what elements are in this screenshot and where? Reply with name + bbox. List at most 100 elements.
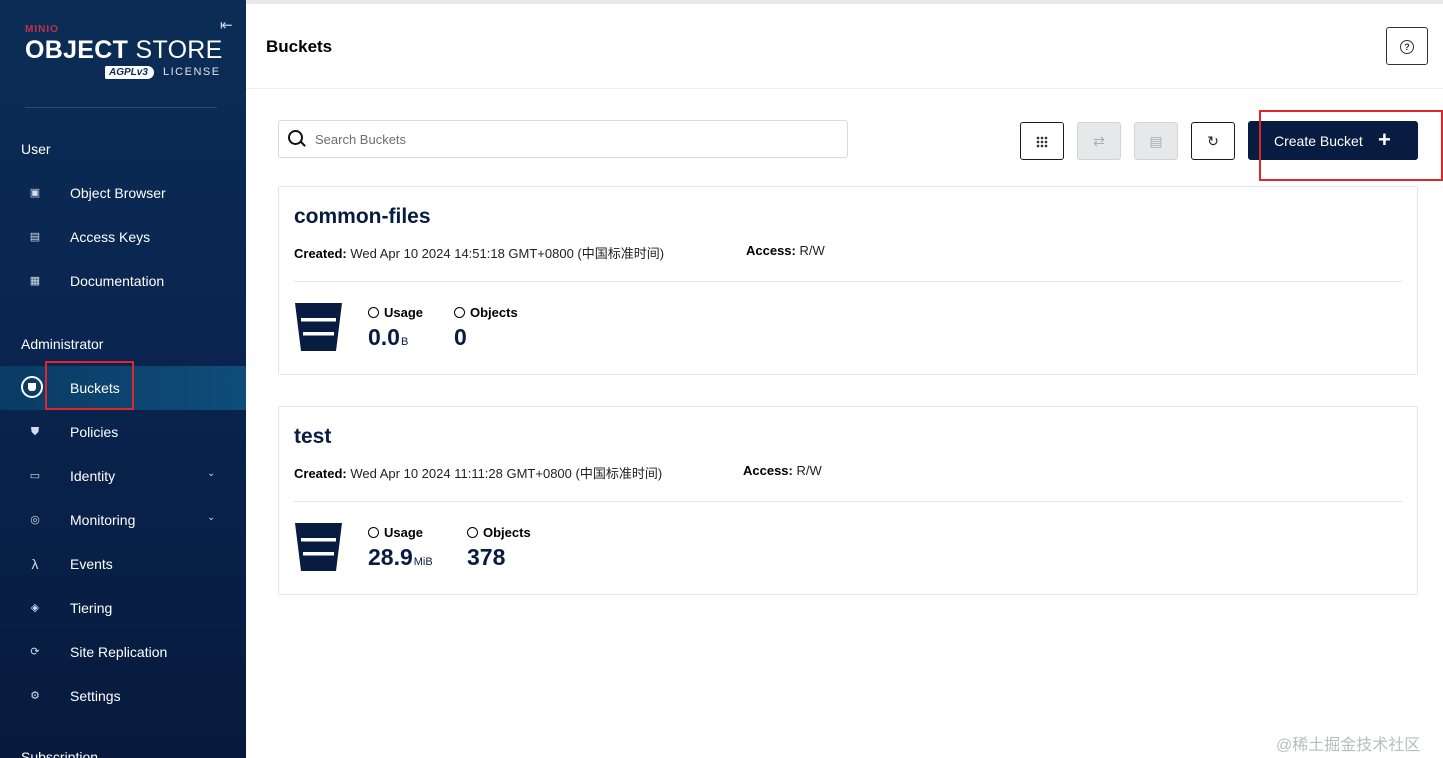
objects-icon [454,307,465,318]
layers-icon: ◈ [30,602,40,614]
sidebar-item-label: Tiering [70,600,113,616]
help-icon: ? [1400,40,1414,54]
refresh-button[interactable]: ↻ [1191,122,1235,160]
bucket-created: Created: Wed Apr 10 2024 14:51:18 GMT+08… [294,243,664,262]
access-label: Access: [743,463,793,478]
sidebar-divider [25,107,217,108]
help-button[interactable]: ? [1386,27,1428,65]
grid-icon [1036,136,1048,149]
sidebar-item-tiering[interactable]: ◈ Tiering [0,588,246,628]
logo-object: OBJECT [25,36,129,64]
plus-icon: + [1378,127,1391,152]
create-bucket-label: Create Bucket [1274,133,1363,149]
sidebar-item-access-keys[interactable]: ▤ Access Keys [0,217,246,257]
sidebar-item-policies[interactable]: ⛊ Policies [0,412,246,452]
access-label: Access: [746,243,796,258]
agpl-badge: AGPLv3 [105,66,154,79]
bucket-icon [295,303,342,351]
usage-label: Usage [384,525,424,540]
usage-icon [368,527,379,538]
sidebar-item-object-browser[interactable]: ▣ Object Browser [0,173,246,213]
search-bar [278,120,848,158]
sidebar-item-label: Identity [70,468,116,484]
bucket-name[interactable]: test [294,425,331,449]
monitoring-icon: ◎ [30,514,40,526]
logo-license: LICENSE [163,66,221,78]
usage-icon [368,307,379,318]
sidebar-item-documentation[interactable]: ▦ Documentation [0,261,246,301]
created-label: Created: [294,466,347,481]
gear-icon: ⚙ [30,690,40,702]
sidebar-item-monitoring[interactable]: ◎ Monitoring ⌄ [0,500,246,540]
top-border [246,0,1443,4]
search-input[interactable] [315,129,815,149]
create-bucket-button[interactable]: Create Bucket + [1248,121,1418,160]
documentation-icon: ▦ [29,275,41,287]
sidebar-item-label: Policies [70,424,119,440]
sidebar-item-label: Buckets [70,380,120,396]
logo-title: OBJECT STORE [25,36,223,65]
bucket-icon [21,376,43,398]
bucket-created: Created: Wed Apr 10 2024 11:11:28 GMT+08… [294,463,662,482]
section-title-administrator: Administrator [21,336,104,352]
objects-value: 378 [467,544,506,570]
usage-unit: MiB [413,556,433,568]
sidebar-item-events[interactable]: λ Events [0,544,246,584]
bucket-access: Access: R/W [746,243,825,258]
page-title: Buckets [266,37,333,56]
sidebar-item-label: Settings [70,688,121,704]
bucket-card[interactable]: common-files Created: Wed Apr 10 2024 14… [278,186,1418,375]
card-divider [294,281,1402,282]
objects-label: Objects [470,305,518,320]
usage-label: Usage [384,305,424,320]
shield-icon: ⛊ [30,426,40,438]
access-keys-icon: ▤ [29,231,41,243]
chevron-down-icon: ⌄ [207,512,216,523]
bucket-access: Access: R/W [743,463,822,478]
created-value: Wed Apr 10 2024 11:11:28 GMT+0800 (中国标准时… [350,466,663,481]
access-value: R/W [796,463,822,478]
object-browser-icon: ▣ [29,187,41,199]
objects-stat: Objects 0 [454,305,518,351]
sidebar-item-site-replication[interactable]: ⟳ Site Replication [0,632,246,672]
sidebar: ⇤ MINIO OBJECT STORE AGPLv3 LICENSE User… [0,0,246,758]
created-value: Wed Apr 10 2024 14:51:18 GMT+0800 (中国标准时… [350,246,665,261]
sidebar-item-label: Events [70,556,113,572]
replication-icon: ⇄ [1093,133,1105,149]
sidebar-item-buckets[interactable]: Buckets [0,366,246,410]
objects-value: 0 [454,324,467,350]
refresh-icon: ↻ [1207,133,1219,149]
usage-stat: Usage 0.0B [368,305,423,351]
access-value: R/W [799,243,825,258]
usage-stat: Usage 28.9MiB [368,525,433,571]
header-divider [246,88,1443,89]
bucket-card[interactable]: test Created: Wed Apr 10 2024 11:11:28 G… [278,406,1418,595]
objects-icon [467,527,478,538]
section-title-user: User [21,141,51,157]
list-view-button[interactable] [1020,122,1064,160]
usage-value: 0.0 [368,324,400,350]
bulk-lifecycle-button[interactable]: ▤ [1134,122,1178,160]
sidebar-item-label: Site Replication [70,644,168,660]
search-icon [288,130,303,145]
watermark: @稀土掘金技术社区 [1276,737,1421,754]
card-divider [294,501,1402,502]
objects-label: Objects [483,525,531,540]
bucket-name[interactable]: common-files [294,205,431,229]
sidebar-item-label: Documentation [70,273,165,289]
usage-value: 28.9 [368,544,413,570]
sidebar-item-label: Monitoring [70,512,136,528]
sidebar-item-label: Access Keys [70,229,151,245]
chevron-down-icon: ⌄ [207,468,216,479]
identity-icon: ▭ [29,470,41,482]
created-label: Created: [294,246,347,261]
bucket-icon [295,523,342,571]
sidebar-item-identity[interactable]: ▭ Identity ⌄ [0,456,246,496]
section-title-subscription: Subscription [21,749,99,758]
replication-icon: ⟳ [30,646,40,658]
logo-brand: MINIO [25,24,59,35]
objects-stat: Objects 378 [467,525,531,571]
collapse-sidebar-icon[interactable]: ⇤ [220,16,233,34]
bulk-replication-button[interactable]: ⇄ [1077,122,1121,160]
sidebar-item-settings[interactable]: ⚙ Settings [0,676,246,716]
